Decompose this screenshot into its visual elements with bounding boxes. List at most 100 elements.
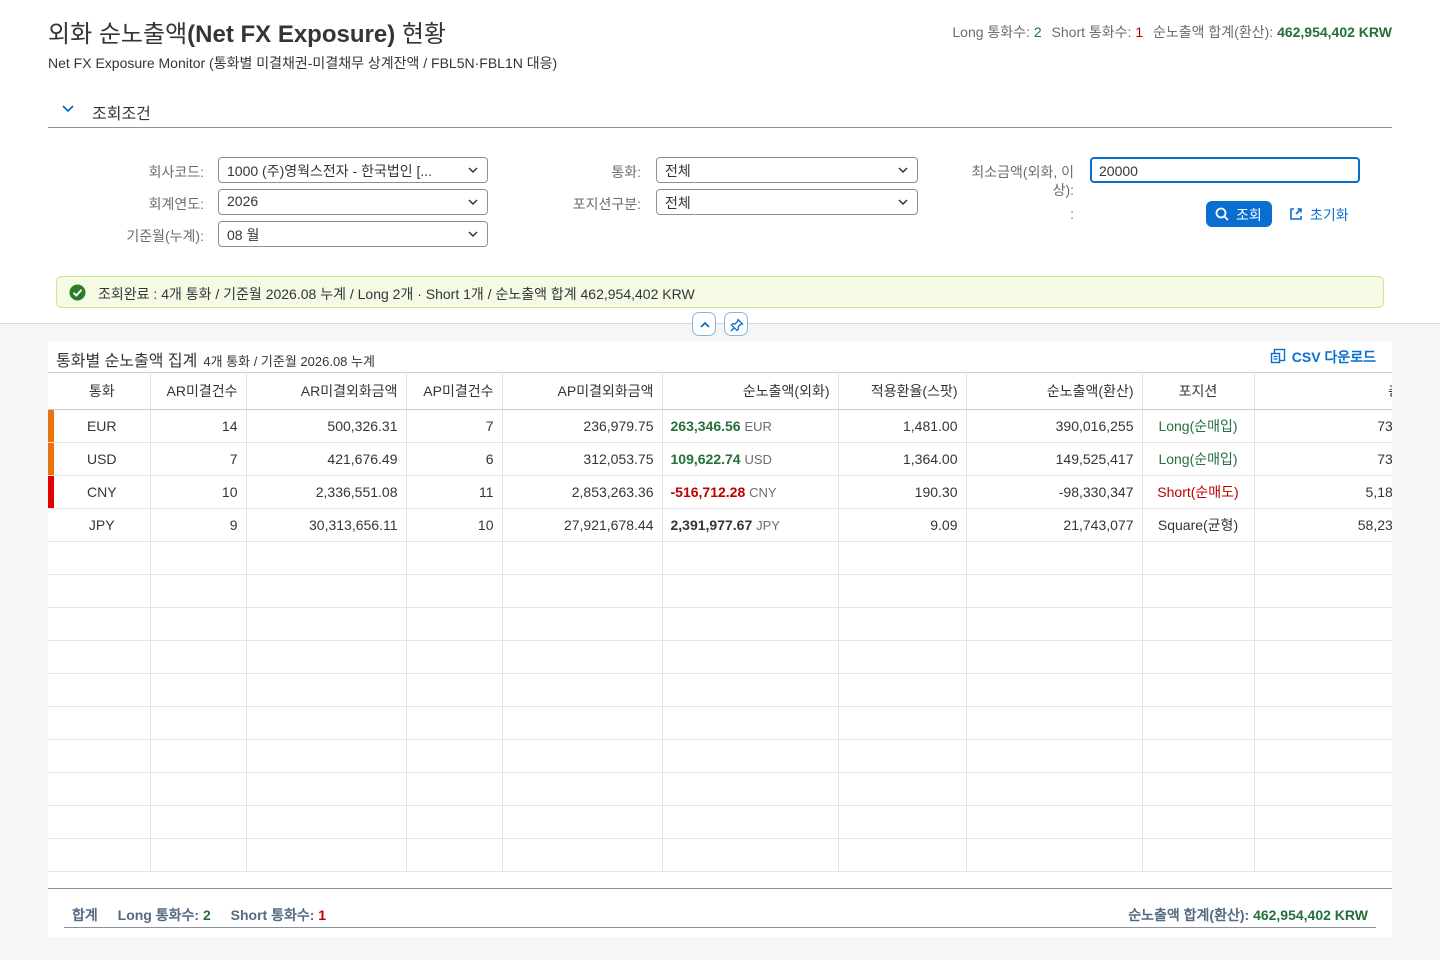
column-header[interactable]: AP미결건수 — [406, 372, 503, 410]
min-amount-input[interactable] — [1090, 157, 1360, 183]
column-header[interactable]: AP미결외화금액 — [502, 372, 663, 410]
cell-gross: 58,235,334.5 — [1254, 508, 1392, 542]
column-header[interactable]: 순노출액(환산) — [966, 372, 1143, 410]
month-select[interactable]: 08 월 — [218, 221, 488, 247]
chevron-down-icon[interactable] — [60, 100, 76, 116]
kpi-total-label: 순노출액 합계(환산): — [1153, 24, 1274, 40]
table-row[interactable]: JPY 9 30,313,656.11 10 27,921,678.44 2,391,97… — [48, 508, 1392, 542]
empty-row — [48, 640, 1392, 674]
table-title: 통화별 순노출액 집계 4개 통화 / 기준월 2026.08 누계 — [56, 353, 375, 370]
column-header[interactable]: AR미결건수 — [150, 372, 247, 410]
footer-short-label: Short 통화수: — [230, 907, 315, 923]
column-header[interactable]: 포지션 — [1142, 372, 1255, 410]
table-row[interactable]: USD 7 421,676.49 6 312,053.75 109,622.74 USD 1… — [48, 442, 1392, 476]
reset-button[interactable]: 초기화 — [1286, 201, 1349, 227]
cell-net-krw: -98,330,347 — [966, 475, 1143, 509]
footer-total: 순노출액 합계(환산): 462,954,402 KRW — [1128, 905, 1368, 925]
cell-ar-amount: 2,336,551.08 — [246, 475, 407, 509]
exposure-table-card: 통화별 순노출액 집계 4개 통화 / 기준월 2026.08 누계 CSV 다운… — [48, 341, 1392, 937]
collapse-header-button[interactable] — [692, 312, 716, 336]
cell-position: Long(순매입) — [1142, 409, 1255, 443]
cell-ar-amount: 500,326.31 — [246, 409, 407, 443]
footer-total-label: 순노출액 합계(환산): — [1128, 907, 1250, 923]
header-kpis: Long 통화수: 2 Short 통화수: 1 순노출액 합계(환산): 46… — [952, 22, 1392, 42]
cell-ap-amount: 27,921,678.44 — [502, 508, 663, 542]
empty-row — [48, 574, 1392, 608]
column-header[interactable]: 통화 — [54, 372, 151, 410]
cell-net-krw: 149,525,417 — [966, 442, 1143, 476]
filter-bar-toggle[interactable]: 조회조건 — [48, 96, 1392, 128]
month-label: 기준월(누계): — [126, 228, 204, 244]
column-header[interactable]: AR미결외화금액 — [246, 372, 407, 410]
table-header-row: 통화 AR미결건수 AR미결외화금액 AP미결건수 AP미결외화금액 순노출액(… — [48, 372, 1392, 410]
cell-gross: 5,189,814.4 — [1254, 475, 1392, 509]
cell-currency: CNY — [54, 475, 151, 509]
company-label: 회사코드: — [148, 164, 204, 180]
cell-currency: USD — [54, 442, 151, 476]
kpi-short-value: 1 — [1135, 24, 1144, 40]
cell-gross: 733,730.2 — [1254, 442, 1392, 476]
cell-ap-count: 6 — [406, 442, 503, 476]
footer-sum-label: 합계 — [72, 907, 98, 923]
position-select[interactable]: 전체 — [656, 189, 918, 215]
currency-select[interactable]: 전체 — [656, 157, 918, 183]
footer-long-label: Long 통화수: — [117, 907, 200, 923]
column-header[interactable]: 순노출액(외화) — [662, 372, 839, 410]
empty-row — [48, 673, 1392, 707]
kpi-short-label: Short 통화수: — [1051, 24, 1132, 40]
page-header: 외화 순노출액(Net FX Exposure) 현황 Net FX Expos… — [0, 0, 1440, 324]
cell-rate: 1,481.00 — [838, 409, 967, 443]
currency-label: 통화: — [611, 164, 641, 180]
footer-long-value: 2 — [202, 907, 211, 923]
cell-ap-count: 7 — [406, 409, 503, 443]
kpi-total-value: 462,954,402 KRW — [1277, 24, 1392, 40]
colon-label: : — [1070, 206, 1074, 222]
page-title: 외화 순노출액(Net FX Exposure) 현황 — [48, 21, 447, 48]
year-label: 회계연도: — [148, 196, 204, 212]
cell-net-fx: 263,346.56 EUR — [662, 409, 839, 443]
min-amount-label-1: 최소금액(외화, 이 — [971, 164, 1074, 180]
table-row[interactable]: EUR 14 500,326.31 7 236,979.75 263,346.56 EUR… — [48, 409, 1392, 443]
reset-icon — [1290, 208, 1302, 220]
empty-row — [48, 706, 1392, 740]
success-message-strip: 조회완료 : 4개 통화 / 기준월 2026.08 누계 / Long 2개 … — [56, 276, 1384, 308]
cell-position: Square(균형) — [1142, 508, 1255, 542]
cell-ar-count: 7 — [150, 442, 247, 476]
chevron-down-icon — [468, 231, 478, 238]
pin-icon — [730, 318, 744, 332]
kpi-long-value: 2 — [1033, 24, 1042, 40]
column-header[interactable]: 총노출규 — [1254, 372, 1392, 410]
csv-download-button[interactable]: CSV 다운로드 — [1270, 347, 1376, 367]
table-subtitle: 4개 통화 / 기준월 2026.08 누계 — [203, 354, 375, 369]
table-row[interactable]: CNY 10 2,336,551.08 11 2,853,263.36 -516,712.… — [48, 475, 1392, 509]
cell-gross: 737,306.0 — [1254, 409, 1392, 443]
cell-net-fx: 109,622.74 USD — [662, 442, 839, 476]
exposure-grid: 통화 AR미결건수 AR미결외화금액 AP미결건수 AP미결외화금액 순노출액(… — [48, 372, 1392, 872]
year-select[interactable]: 2026 — [218, 189, 488, 215]
min-amount-label-2: 상): — [1052, 182, 1074, 198]
column-header[interactable]: 적용환율(스팟) — [838, 372, 967, 410]
empty-row — [48, 772, 1392, 806]
position-label: 포지션구분: — [572, 196, 641, 212]
search-button[interactable]: 조회 — [1206, 201, 1272, 227]
footer-short-value: 1 — [318, 907, 327, 923]
cell-rate: 1,364.00 — [838, 442, 967, 476]
footer-summary: 합계 Long 통화수: 2 Short 통화수: 1 — [72, 905, 342, 925]
pin-header-button[interactable] — [724, 312, 748, 336]
cell-net-fx: 2,391,977.67 JPY — [662, 508, 839, 542]
chevron-down-icon — [898, 199, 908, 206]
cell-net-fx: -516,712.28 CNY — [662, 475, 839, 509]
company-select[interactable]: 1000 (주)영웍스전자 - 한국법인 [... — [218, 157, 488, 183]
footer-total-value: 462,954,402 KRW — [1253, 907, 1368, 923]
chevron-down-icon — [898, 167, 908, 174]
cell-ap-count: 11 — [406, 475, 503, 509]
chevron-down-icon — [468, 199, 478, 206]
cell-ar-count: 9 — [150, 508, 247, 542]
page-subtitle: Net FX Exposure Monitor (통화별 미결채권-미결채무 상… — [48, 55, 558, 71]
cell-rate: 9.09 — [838, 508, 967, 542]
cell-position: Long(순매입) — [1142, 442, 1255, 476]
cell-ar-amount: 30,313,656.11 — [246, 508, 407, 542]
empty-row — [48, 607, 1392, 641]
chevron-down-icon — [468, 167, 478, 174]
filter-title: 조회조건 — [92, 106, 151, 123]
